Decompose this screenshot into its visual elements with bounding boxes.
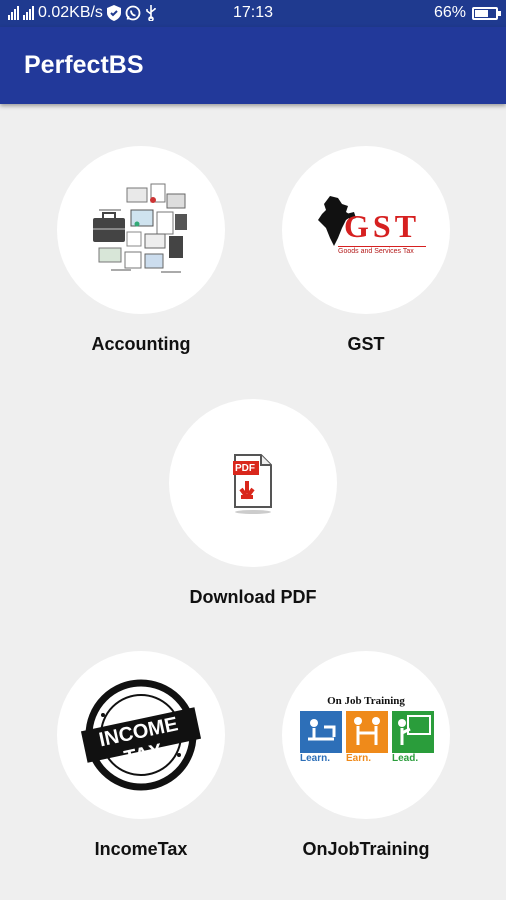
- gst-logo-subtext: Goods and Services Tax: [338, 246, 426, 255]
- learn-text: Learn.: [300, 753, 331, 764]
- pdf-download-icon: [233, 454, 272, 514]
- learn-icon: [300, 711, 342, 753]
- lead-text: Lead.: [392, 753, 419, 764]
- app-title: PerfectBS: [24, 51, 144, 79]
- gst-label: GST: [347, 334, 385, 354]
- pdf-badge: PDF: [235, 463, 255, 474]
- download-pdf-label: Download PDF: [189, 587, 317, 607]
- download-pdf-tile[interactable]: PDF Download PDF: [158, 399, 348, 608]
- income-tax-button[interactable]: INCOME TAX: [57, 651, 225, 819]
- app-bar: PerfectBS: [0, 27, 506, 104]
- status-bar: 0.02KB/s 17:13 66%: [0, 0, 506, 27]
- on-job-training-icon: Learn. Earn. Lead.: [300, 711, 434, 769]
- income-tax-label: IncomeTax: [94, 839, 188, 859]
- training-heading: On Job Training: [327, 695, 405, 707]
- accounting-label: Accounting: [91, 334, 191, 354]
- battery-icon: [472, 6, 501, 20]
- lead-icon: [392, 711, 434, 753]
- gst-logo-text: GST: [344, 208, 421, 244]
- earn-step: Earn.: [346, 711, 388, 764]
- accounting-button[interactable]: [57, 146, 225, 314]
- battery-level: [475, 9, 489, 17]
- learn-step: Learn.: [300, 711, 342, 764]
- battery-percent: 66%: [433, 4, 466, 21]
- on-job-training-label: OnJobTraining: [302, 839, 430, 859]
- clock: 17:13: [232, 4, 274, 21]
- gst-tile[interactable]: GST Goods and Services Tax GST: [271, 146, 461, 355]
- on-job-training-button[interactable]: On Job Training Learn. Earn. Lead.: [282, 651, 450, 819]
- download-pdf-button[interactable]: PDF: [169, 399, 337, 567]
- lead-step: Lead.: [392, 711, 434, 764]
- earn-icon: [346, 711, 388, 753]
- accounting-tile[interactable]: Accounting: [46, 146, 236, 355]
- income-tax-tile[interactable]: INCOME TAX IncomeTax: [46, 651, 236, 860]
- gst-button[interactable]: GST Goods and Services Tax: [282, 146, 450, 314]
- accounting-collage-icon: [93, 183, 187, 273]
- on-job-training-tile[interactable]: On Job Training Learn. Earn. Lead. OnJob…: [271, 651, 461, 860]
- earn-text: Earn.: [346, 753, 372, 764]
